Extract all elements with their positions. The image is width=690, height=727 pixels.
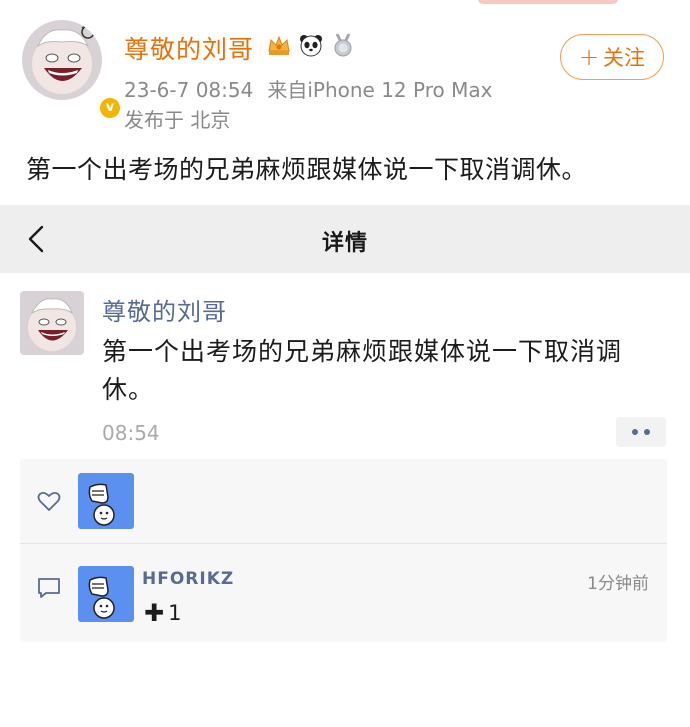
more-actions-button[interactable] <box>616 417 666 447</box>
medal-badge-icon <box>330 32 356 58</box>
comment-username[interactable]: HFORIKZ <box>142 569 234 589</box>
comment-time: 1分钟前 <box>587 574 649 594</box>
page-title: 详情 <box>321 231 368 256</box>
post-header: v 尊敬的刘哥 23-6-7 08:54 来自iPhone 12 Pro Max… <box>0 0 690 135</box>
dot-icon <box>644 429 650 435</box>
verified-badge-icon: v <box>98 96 122 120</box>
comment-text: ✚ 1 <box>144 599 181 627</box>
divider <box>20 543 667 544</box>
post-text: 第一个出考场的兄弟麻烦跟媒体说一下取消调休。 <box>26 155 588 184</box>
plus-icon: + <box>578 43 600 71</box>
follow-button[interactable]: + 关注 <box>560 34 664 80</box>
comment-icon <box>36 576 62 600</box>
interactions-panel: HFORIKZ 1分钟前 ✚ 1 <box>20 459 667 642</box>
user-badges <box>266 32 356 58</box>
moment-avatar[interactable] <box>20 291 84 355</box>
comment-user-avatar[interactable] <box>78 566 134 622</box>
moment-author-name[interactable]: 尊敬的刘哥 <box>102 292 227 327</box>
post-meta: 23-6-7 08:54 来自iPhone 12 Pro Max <box>124 74 506 103</box>
heart-icon <box>36 488 62 514</box>
detail-navbar: 详情 <box>0 205 690 273</box>
moment-text: 第一个出考场的兄弟麻烦跟媒体说一下取消调休。 <box>102 337 623 404</box>
post-time: 23-6-7 08:54 <box>124 78 254 102</box>
crown-badge-icon <box>266 32 292 58</box>
post-author-name[interactable]: 尊敬的刘哥 <box>124 30 254 66</box>
follow-label: 关注 <box>603 46 646 70</box>
post-location: 发布于 北京 <box>124 108 231 132</box>
comment-value: 1 <box>168 601 182 625</box>
panda-badge-icon <box>298 32 324 58</box>
heavy-plus-icon: ✚ <box>144 599 165 627</box>
like-user-avatar[interactable] <box>78 473 134 529</box>
post-avatar[interactable]: v <box>22 20 122 120</box>
dot-icon <box>632 429 638 435</box>
post-source: 来自iPhone 12 Pro Max <box>267 78 493 102</box>
moment-time: 08:54 <box>102 421 160 445</box>
